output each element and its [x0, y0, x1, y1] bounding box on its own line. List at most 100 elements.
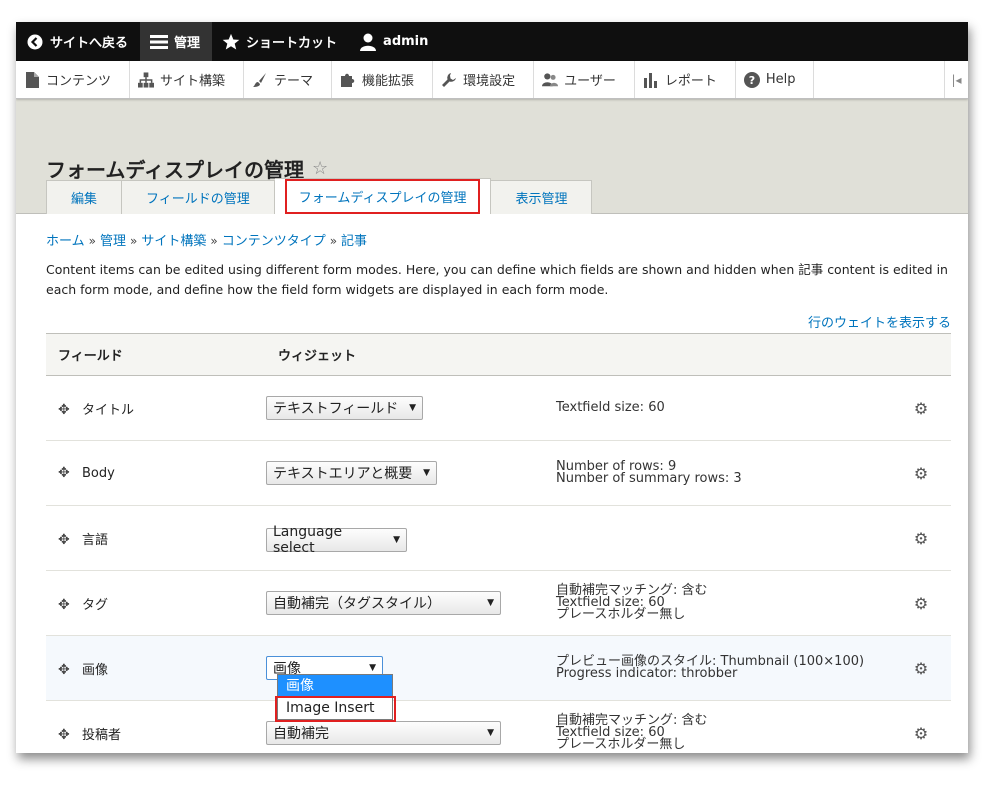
ops-cell: ⚙ — [891, 375, 951, 441]
drag-handle-icon[interactable]: ✥ — [58, 532, 72, 548]
gear-icon[interactable]: ⚙ — [914, 594, 928, 613]
widget-select[interactable]: テキストフィールド ▼ — [266, 396, 423, 420]
table-row: ✥ Body テキストエリアと概要 ▼ Number of rows: 9 Numbe… — [46, 440, 951, 506]
svg-text:?: ? — [749, 74, 755, 87]
fields-table: フィールド ウィジェット ✥ タイトル テキストフィールド ▼ Textfield … — [46, 333, 951, 753]
tray-orientation-toggle[interactable]: |◂ — [944, 61, 968, 98]
summary-cell: Number of rows: 9 Number of summary rows:… — [556, 440, 891, 506]
user-menu[interactable]: admin — [349, 22, 440, 61]
back-to-site-link[interactable]: サイトへ戻る — [16, 22, 140, 61]
manage-label: 管理 — [174, 36, 201, 51]
field-cell: ✥ 投稿者 — [46, 700, 266, 753]
tray-item-people[interactable]: ユーザー — [534, 61, 635, 98]
ops-cell: ⚙ — [891, 635, 951, 701]
field-label: 投稿者 — [82, 727, 122, 743]
shortcuts-menu[interactable]: ショートカット — [212, 22, 349, 61]
ops-cell: ⚙ — [891, 570, 951, 636]
tab-manage-display[interactable]: 表示管理 — [491, 180, 593, 214]
show-row-weights-link[interactable]: 行のウェイトを表示する — [46, 312, 951, 331]
summary-line: Number of summary rows: 3 — [556, 471, 742, 486]
tab-edit[interactable]: 編集 — [46, 180, 123, 214]
ops-cell: ⚙ — [891, 700, 951, 753]
help-icon: ? — [743, 71, 760, 88]
field-label: タグ — [82, 597, 109, 613]
table-row: ✥ 投稿者 自動補完 ▼ 自動補完マッチング: 含む Textfield size: … — [46, 700, 951, 753]
select-value: 自動補完（タグスタイル） — [273, 596, 441, 612]
tab-manage-form-display[interactable]: フォームディスプレイの管理 — [274, 178, 492, 214]
weights-link-text: 行のウェイトを表示する — [807, 316, 951, 331]
gear-icon[interactable]: ⚙ — [914, 399, 928, 418]
tab-label: 表示管理 — [515, 192, 568, 207]
paintbrush-icon — [252, 72, 268, 88]
tray-item-reports[interactable]: レポート — [635, 61, 736, 98]
breadcrumb-link[interactable]: コンテンツタイプ — [222, 234, 326, 249]
drag-handle-icon[interactable]: ✥ — [58, 465, 72, 481]
file-icon — [24, 71, 40, 88]
gear-icon[interactable]: ⚙ — [914, 464, 928, 483]
gear-icon[interactable]: ⚙ — [914, 659, 928, 678]
field-cell: ✥ Body — [46, 440, 266, 506]
drag-handle-icon[interactable]: ✥ — [58, 662, 72, 678]
manage-menu[interactable]: 管理 — [140, 22, 213, 61]
chevron-down-icon: ▼ — [487, 598, 494, 608]
page-header: フォームディスプレイの管理 ☆ 編集 フィールドの管理 フォームディスプレイの管… — [16, 99, 968, 214]
dropdown-option-image-insert[interactable]: Image Insert — [275, 696, 396, 722]
breadcrumb-link[interactable]: 管理 — [100, 234, 126, 249]
tray-item-config[interactable]: 環境設定 — [433, 61, 535, 98]
tray-item-help[interactable]: ? Help — [736, 61, 815, 98]
tab-manage-fields[interactable]: フィールドの管理 — [122, 180, 275, 214]
summary-cell: Textfield size: 60 — [556, 375, 891, 441]
shortcut-star-icon[interactable]: ☆ — [312, 158, 328, 179]
summary-line: プレースホルダー無し — [556, 737, 686, 752]
tab-label: フィールドの管理 — [146, 192, 250, 207]
breadcrumb-link[interactable]: ホーム — [46, 234, 85, 249]
star-icon — [222, 33, 240, 51]
back-arrow-icon — [26, 33, 44, 51]
summary-cell: 自動補完マッチング: 含む Textfield size: 60 プレースホルダー無… — [556, 700, 891, 753]
drag-handle-icon[interactable]: ✥ — [58, 727, 72, 743]
column-header-summary — [556, 333, 891, 376]
summary-cell — [556, 505, 891, 571]
dropdown-option-image[interactable]: 画像 — [278, 675, 392, 697]
summary-line: Progress indicator: throbber — [556, 666, 738, 681]
drag-handle-icon[interactable]: ✥ — [58, 597, 72, 613]
gear-icon[interactable]: ⚙ — [914, 529, 928, 548]
widget-select[interactable]: Language select ▼ — [266, 524, 407, 556]
table-row: ✥ タグ 自動補完（タグスタイル） ▼ 自動補完マッチング: 含む Textfield… — [46, 570, 951, 636]
tray-label: コンテンツ — [46, 74, 112, 89]
bar-chart-icon — [643, 72, 659, 88]
tray-item-structure[interactable]: サイト構築 — [130, 61, 245, 98]
widget-select[interactable]: テキストエリアと概要 ▼ — [266, 461, 437, 485]
tray-item-content[interactable]: コンテンツ — [16, 61, 131, 98]
browser-frame: サイトへ戻る 管理 ショートカット admin コンテンツ サイト構築 テーマ … — [16, 22, 968, 753]
widget-select[interactable]: 自動補完（タグスタイル） ▼ — [266, 591, 501, 615]
primary-tabs: 編集 フィールドの管理 フォームディスプレイの管理 表示管理 — [46, 178, 593, 214]
sitemap-icon — [138, 71, 155, 88]
summary-line: Textfield size: 60 — [556, 400, 665, 415]
gear-icon[interactable]: ⚙ — [914, 724, 928, 743]
tray-item-extend[interactable]: 機能拡張 — [332, 61, 434, 98]
chevron-down-icon: ▼ — [409, 403, 416, 413]
select-value: テキストフィールド — [273, 401, 399, 417]
widget-cell: テキストフィールド ▼ — [266, 375, 556, 441]
column-header-widget: ウィジェット — [266, 333, 556, 376]
widget-select[interactable]: 自動補完 ▼ — [266, 721, 501, 745]
tab-label: 編集 — [71, 192, 98, 207]
tray-item-appearance[interactable]: テーマ — [244, 61, 333, 98]
select-value: 自動補完 — [273, 726, 329, 742]
ops-cell: ⚙ — [891, 505, 951, 571]
summary-cell: 自動補完マッチング: 含む Textfield size: 60 プレースホルダー無… — [556, 570, 891, 636]
menu-icon — [150, 33, 169, 51]
tab-label: フォームディスプレイの管理 — [284, 179, 481, 214]
tray-label: テーマ — [274, 74, 314, 89]
admin-toolbar: サイトへ戻る 管理 ショートカット admin — [16, 22, 968, 61]
drag-handle-icon[interactable]: ✥ — [58, 402, 72, 418]
breadcrumb-link[interactable]: 記事 — [341, 234, 367, 249]
user-icon — [359, 33, 377, 51]
chevron-down-icon: ▼ — [369, 663, 376, 673]
breadcrumb-link[interactable]: サイト構築 — [141, 234, 206, 249]
widget-cell: 自動補完（タグスタイル） ▼ — [266, 570, 556, 636]
tray-label: 機能拡張 — [362, 74, 415, 89]
summary-line: プレースホルダー無し — [556, 607, 686, 622]
table-row: ✥ 画像 画像 ▼ プレビュー画像のスタイル: Thumbnail (100×100… — [46, 635, 951, 701]
